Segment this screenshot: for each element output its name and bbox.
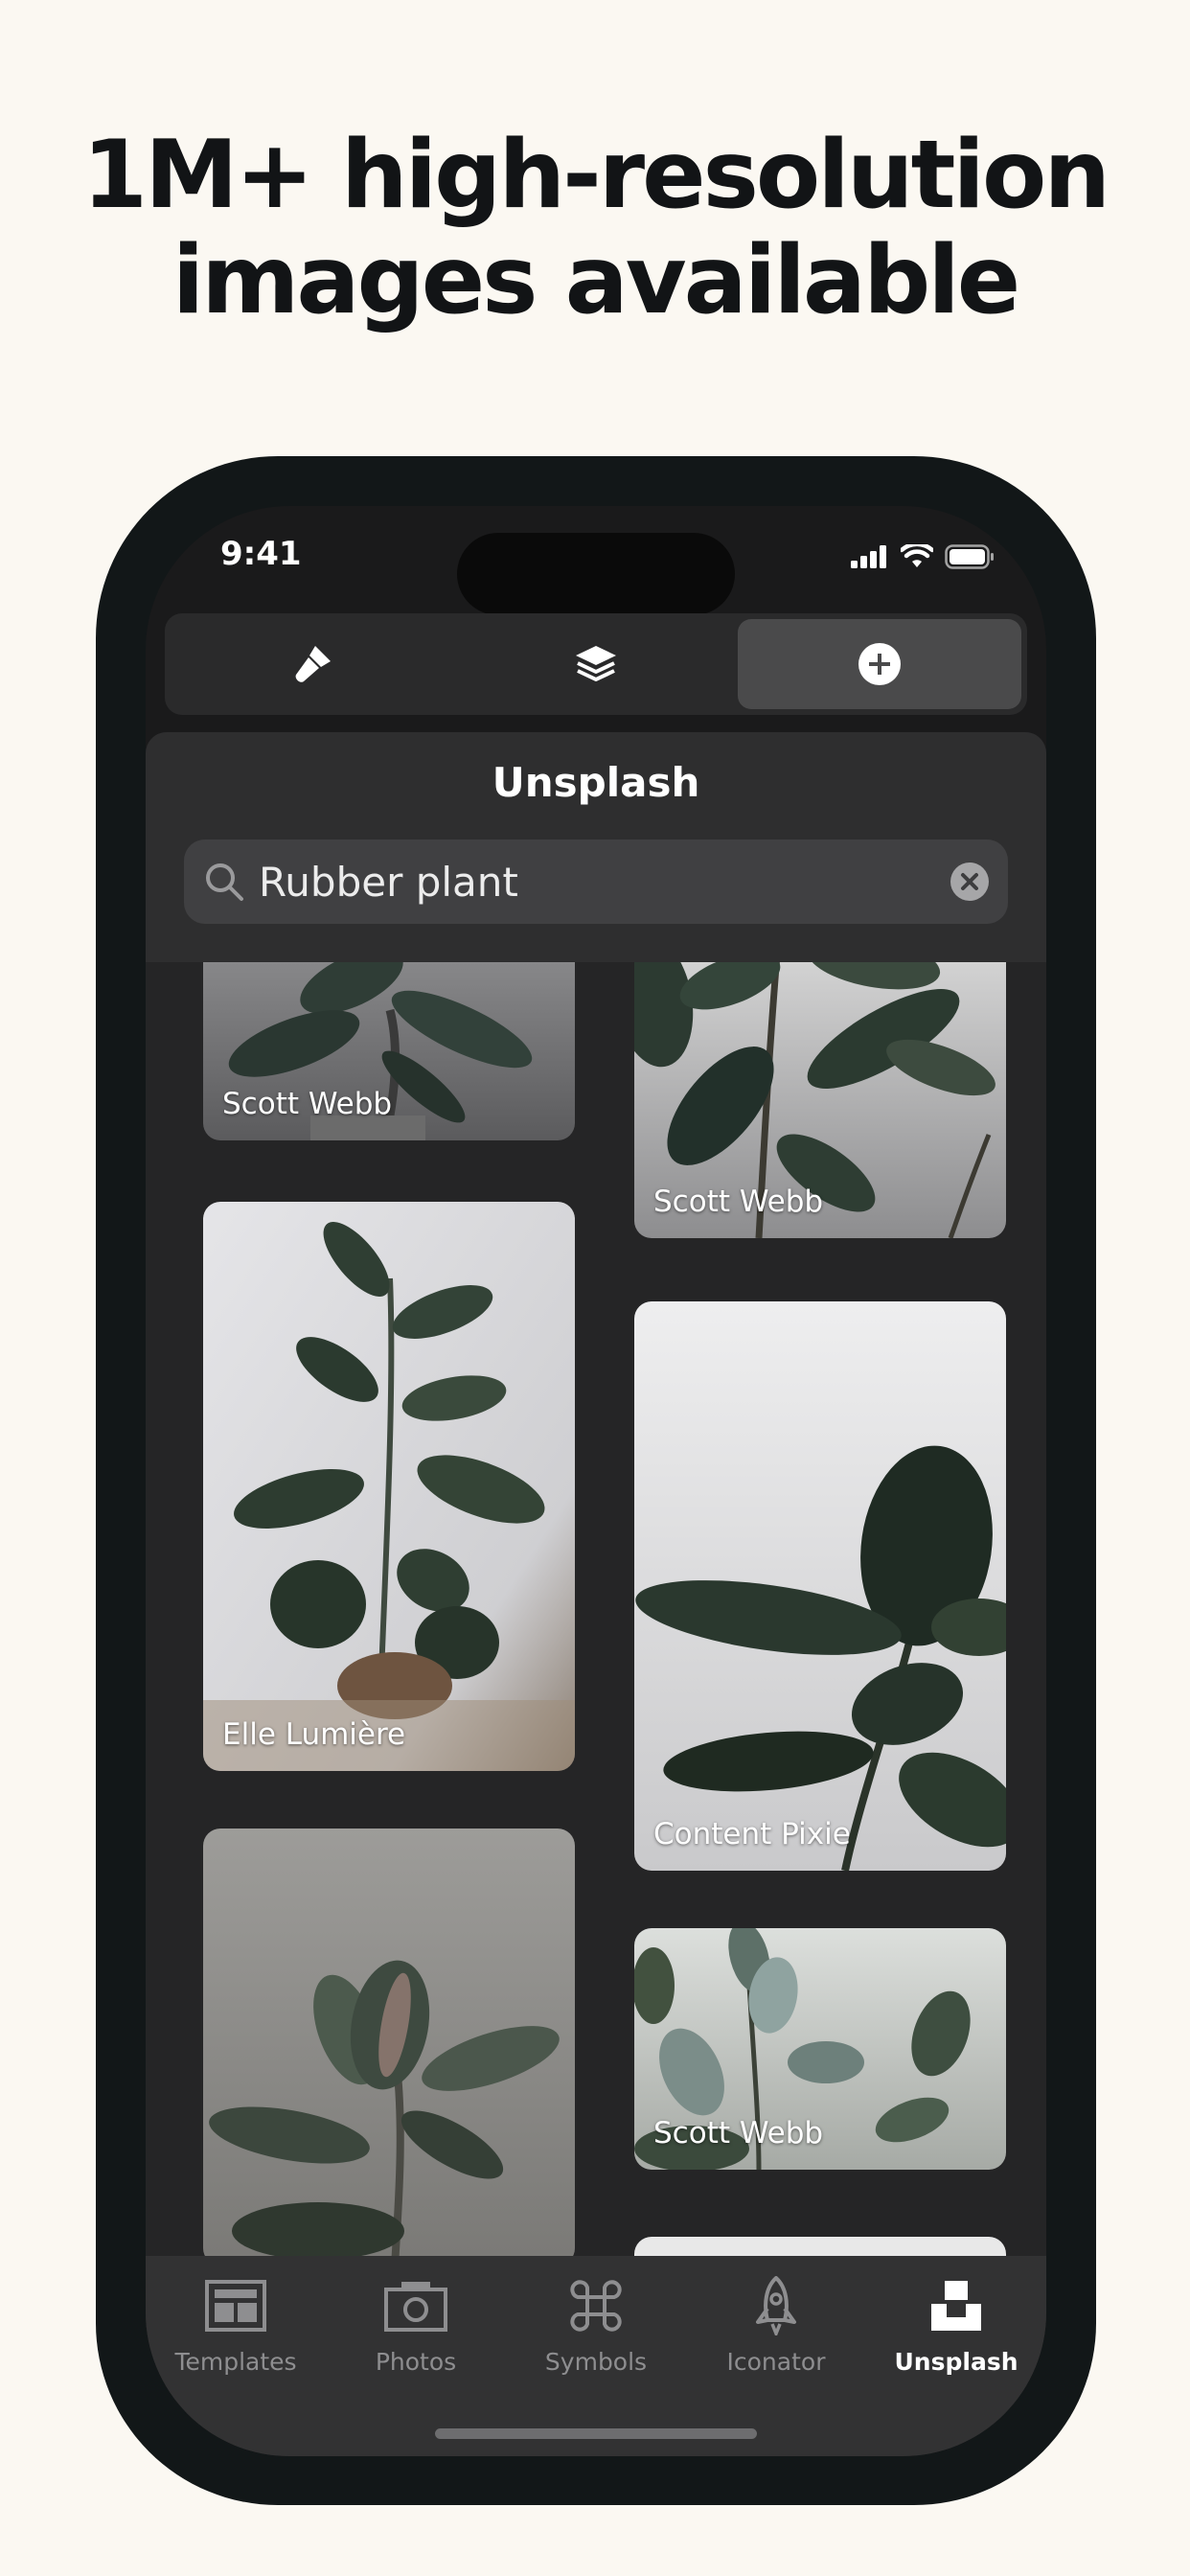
photo-card[interactable]: Content Pixie <box>634 1301 1006 1871</box>
photo-image <box>203 1202 575 1771</box>
search-icon <box>206 863 243 901</box>
segment-layers[interactable] <box>454 619 738 709</box>
tab-label: Symbols <box>544 2348 648 2376</box>
search-input[interactable]: Rubber plant <box>259 859 518 906</box>
layers-icon <box>576 646 616 681</box>
tab-label: Photos <box>375 2348 457 2376</box>
photo-card[interactable]: Scott Webb <box>634 943 1006 1238</box>
sheet-header: Unsplash Rubber plant <box>146 732 1046 962</box>
home-indicator <box>435 2428 757 2439</box>
tab-photos[interactable]: Photos <box>326 2275 506 2390</box>
phone-screen: 9:41 Scott Webb Elle Lumière Scott Webb … <box>146 506 1046 2456</box>
photo-card[interactable]: Scott Webb <box>634 1928 1006 2170</box>
headline-line-2: images available <box>172 226 1021 335</box>
tab-iconator[interactable]: Iconator <box>686 2275 866 2390</box>
rocket-icon <box>756 2276 796 2335</box>
templates-icon <box>205 2280 266 2332</box>
photo-author: Scott Webb <box>653 2116 824 2150</box>
photo-author: Scott Webb <box>653 1184 824 1219</box>
clear-icon[interactable] <box>950 862 989 901</box>
dynamic-island <box>457 533 735 615</box>
tab-templates[interactable]: Templates <box>146 2275 326 2390</box>
tab-label: Unsplash <box>894 2348 1018 2376</box>
photo-card[interactable] <box>203 1828 575 2266</box>
segment-brush[interactable] <box>171 619 454 709</box>
photo-author: Content Pixie <box>653 1817 851 1852</box>
segment-add[interactable] <box>738 619 1021 709</box>
photo-card[interactable]: Scott Webb <box>203 943 575 1140</box>
tab-symbols[interactable]: Symbols <box>506 2275 686 2390</box>
battery-icon <box>945 544 994 569</box>
photo-author: Elle Lumière <box>222 1717 406 1752</box>
tab-label: Iconator <box>726 2348 826 2376</box>
headline: 1M+ high-resolution images available <box>0 123 1190 334</box>
cellular-icon <box>851 545 886 568</box>
command-icon <box>570 2280 622 2332</box>
tab-unsplash[interactable]: Unsplash <box>866 2275 1046 2390</box>
unsplash-icon <box>931 2281 981 2331</box>
status-icons <box>851 542 995 571</box>
photo-image <box>634 1301 1006 1871</box>
camera-icon <box>384 2282 447 2332</box>
search-field[interactable]: Rubber plant <box>184 840 1008 924</box>
photo-card[interactable]: Elle Lumière <box>203 1202 575 1771</box>
photo-author: Scott Webb <box>222 1087 393 1121</box>
plus-circle-icon <box>858 643 901 685</box>
headline-line-1: 1M+ high-resolution <box>81 121 1110 230</box>
status-time: 9:41 <box>220 535 302 573</box>
tab-bar: Templates Photos Symbols Iconator Unspla… <box>146 2256 1046 2456</box>
segmented-control <box>165 613 1027 715</box>
brush-icon <box>295 646 331 682</box>
unsplash-sheet: Scott Webb Elle Lumière Scott Webb Conte… <box>146 732 1046 2456</box>
sheet-title: Unsplash <box>492 759 700 806</box>
photo-image <box>203 1828 575 2266</box>
tab-label: Templates <box>174 2348 297 2376</box>
wifi-icon <box>901 544 933 567</box>
